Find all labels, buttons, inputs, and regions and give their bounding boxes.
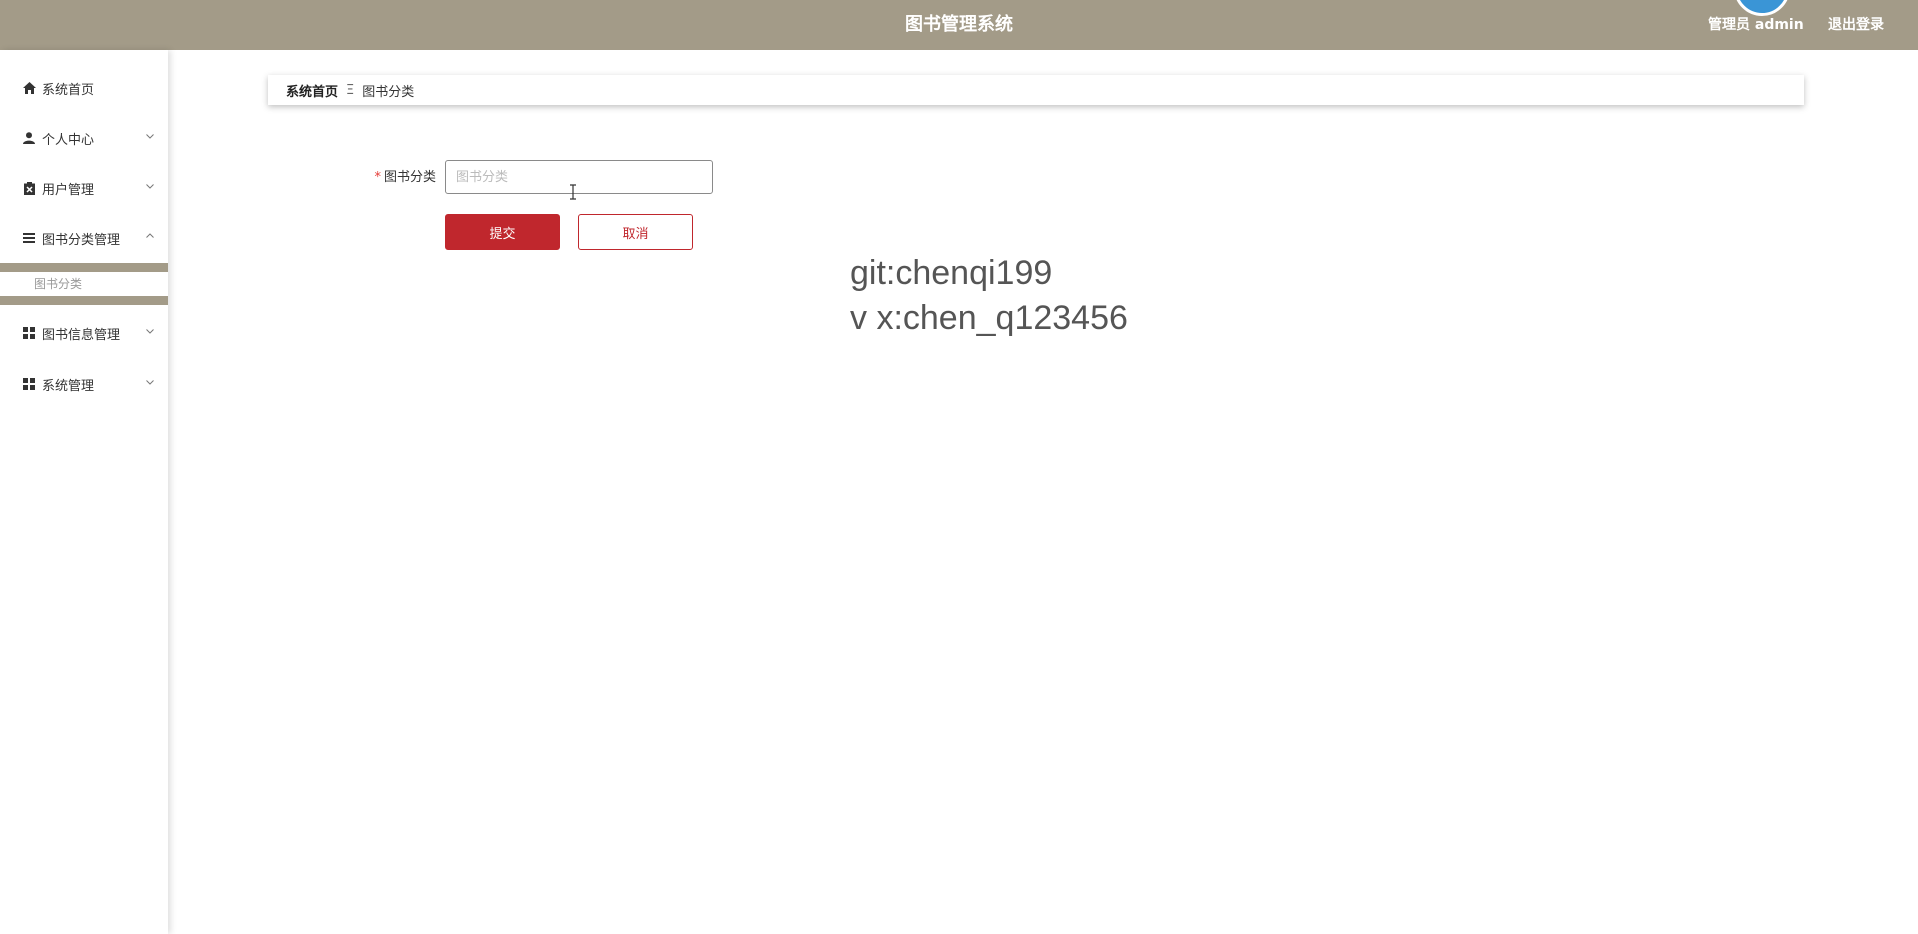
- breadcrumb-home[interactable]: 系统首页: [286, 81, 338, 100]
- grid-icon: [22, 377, 36, 391]
- cancel-button[interactable]: 取消: [578, 214, 693, 250]
- submit-button[interactable]: 提交: [445, 214, 560, 250]
- sidebar-item-label: 个人中心: [42, 132, 95, 148]
- submenu-divider: [0, 263, 168, 272]
- sidebar-item-label: 系统管理: [42, 378, 95, 394]
- watermark-contact: v x:chen_q123456: [850, 299, 1128, 337]
- user-label: 管理员 admin: [1708, 17, 1804, 33]
- category-input[interactable]: [445, 160, 713, 194]
- chevron-down-icon: [146, 134, 154, 139]
- clipboard-icon: [22, 181, 36, 195]
- breadcrumb-separator: Ξ: [346, 82, 355, 98]
- sidebar-item-users[interactable]: 用户管理: [0, 164, 168, 212]
- list-icon: [22, 231, 36, 245]
- sidebar-item-system[interactable]: 系统管理: [0, 360, 168, 408]
- grid-icon: [22, 326, 36, 340]
- logout-button[interactable]: 退出登录: [1828, 0, 1884, 50]
- required-mark: *: [374, 170, 381, 185]
- sidebar: 系统首页 个人中心 用户管理 图书分类管理 图书分类 图书信息管理 系统管理: [0, 50, 168, 934]
- breadcrumb: 系统首页 Ξ 图书分类: [268, 75, 1804, 105]
- watermark-git: git:chenqi199: [850, 254, 1053, 292]
- sidebar-item-personal[interactable]: 个人中心: [0, 114, 168, 162]
- breadcrumb-current: 图书分类: [362, 84, 415, 100]
- text-cursor-icon: [570, 184, 576, 200]
- submenu-divider: [0, 296, 168, 305]
- submenu-item-book-category[interactable]: 图书分类: [0, 274, 168, 294]
- submenu-item-label: 图书分类: [34, 277, 83, 291]
- category-field-label: * 图书分类: [360, 160, 436, 196]
- sidebar-item-category-management[interactable]: 图书分类管理: [0, 214, 168, 262]
- chevron-up-icon: [146, 233, 154, 238]
- app-title: 图书管理系统: [905, 14, 1013, 35]
- category-label-text: 图书分类: [383, 170, 436, 185]
- sidebar-item-label: 图书信息管理: [42, 327, 121, 343]
- chevron-down-icon: [146, 329, 154, 334]
- sidebar-item-home[interactable]: 系统首页: [0, 64, 168, 112]
- home-icon: [22, 81, 36, 95]
- chevron-down-icon: [146, 184, 154, 189]
- sidebar-item-book-info[interactable]: 图书信息管理: [0, 309, 168, 357]
- sidebar-item-label: 图书分类管理: [42, 232, 121, 248]
- top-bar: 图书管理系统 管理员 admin 退出登录: [0, 0, 1918, 50]
- chevron-down-icon: [146, 380, 154, 385]
- sidebar-item-label: 系统首页: [42, 82, 95, 98]
- user-icon: [22, 131, 36, 145]
- sidebar-item-label: 用户管理: [42, 182, 95, 198]
